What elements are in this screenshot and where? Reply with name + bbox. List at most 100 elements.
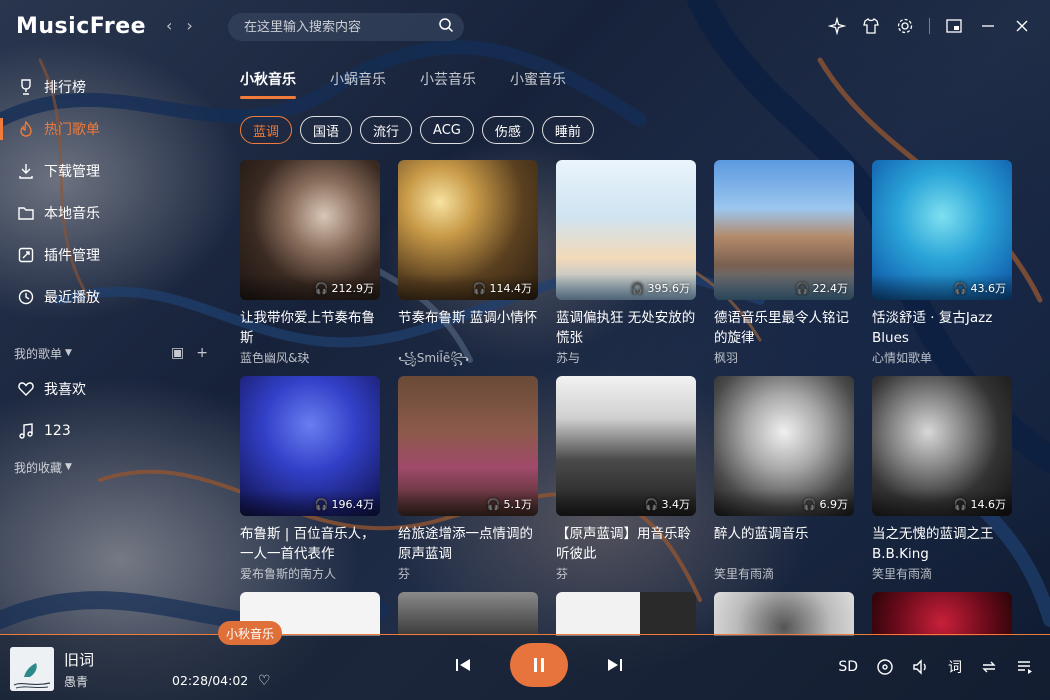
playlist-title[interactable]: 德语音乐里最令人铭记的旋律: [714, 308, 854, 348]
playlist-title[interactable]: 恬淡舒适 · 复古Jazz Blues: [872, 308, 1012, 348]
tab-xiaomi[interactable]: 小蜜音乐: [510, 69, 566, 93]
playlist-cover[interactable]: 🎧 22.4万: [714, 160, 854, 300]
playlist-card[interactable]: 🎧 5.1万 给旅途增添一点情调的原声蓝调 芬: [398, 376, 538, 592]
playlist-cover[interactable]: 🎧 212.9万: [240, 160, 380, 300]
next-track-icon[interactable]: [604, 654, 626, 676]
play-count: 🎧 6.9万: [803, 496, 848, 512]
playlist-card[interactable]: [556, 592, 696, 636]
sidebar-item-playlist-123[interactable]: 123: [0, 410, 220, 452]
speed-dial-icon[interactable]: [876, 658, 894, 676]
sidebar-item-local-music[interactable]: 本地音乐: [0, 192, 220, 234]
tag-blues[interactable]: 蓝调: [240, 116, 293, 144]
minimize-icon[interactable]: [978, 16, 998, 36]
search-input[interactable]: [244, 19, 424, 35]
quality-toggle[interactable]: SD: [838, 659, 858, 675]
album-art[interactable]: [10, 647, 54, 691]
playlist-title[interactable]: 当之无愧的蓝调之王B.B.King: [872, 524, 1012, 564]
title-bar: MusicFree ‹ ›: [0, 0, 1050, 56]
tab-xiaoqiu[interactable]: 小秋音乐: [240, 69, 296, 99]
add-playlist-icon[interactable]: +: [196, 345, 208, 361]
play-count-value: 212.9万: [331, 282, 375, 295]
playlist-card[interactable]: 🎧 14.6万 当之无愧的蓝调之王B.B.King 笑里有雨滴: [872, 376, 1012, 592]
playlist-author: 爱布鲁斯的南方人: [240, 567, 337, 581]
tag-sad[interactable]: 伤感: [481, 116, 534, 144]
playlist-cover[interactable]: 🎧 3.4万: [556, 376, 696, 516]
tag-mandarin[interactable]: 国语: [300, 116, 353, 144]
now-playing-title[interactable]: 旧词: [64, 649, 94, 670]
playlist-title[interactable]: 让我带你爱上节奏布鲁斯: [240, 308, 380, 348]
playlist-card[interactable]: 🎧 6.9万 醉人的蓝调音乐 笑里有雨滴: [714, 376, 854, 592]
playlist-cover[interactable]: [556, 592, 696, 636]
playlist-author: 蓝色幽风&玦: [240, 351, 310, 365]
close-icon[interactable]: [1012, 16, 1032, 36]
playlist-card[interactable]: [872, 592, 1012, 636]
mini-mode-icon[interactable]: [944, 16, 964, 36]
sidebar-item-label: 123: [44, 423, 71, 439]
playlist-cover[interactable]: 🎧 5.1万: [398, 376, 538, 516]
playlist-card[interactable]: 🎧 43.6万 恬淡舒适 · 复古Jazz Blues 心情如歌单: [872, 160, 1012, 376]
playlist-cover[interactable]: 🎧 14.6万: [872, 376, 1012, 516]
sidebar-item-favorites[interactable]: 我喜欢: [0, 368, 220, 410]
play-pause-button[interactable]: [510, 643, 568, 687]
play-count-value: 3.4万: [661, 498, 691, 511]
sidebar-item-plugins[interactable]: 插件管理: [0, 234, 220, 276]
playlist-title[interactable]: 醉人的蓝调音乐: [714, 524, 854, 564]
playlist-cover[interactable]: 🎧 196.4万: [240, 376, 380, 516]
playlist-card[interactable]: 🎧 114.4万 节奏布鲁斯 蓝调小情怀 ꧁SmiĪē꧂: [398, 160, 538, 376]
tag-bedtime[interactable]: 睡前: [541, 116, 594, 144]
playlist-cover[interactable]: 🎧 395.6万: [556, 160, 696, 300]
sidebar-item-label: 本地音乐: [44, 206, 100, 222]
play-count: 🎧 395.6万: [631, 280, 690, 296]
sidebar-item-hot-playlists[interactable]: 热门歌单: [0, 108, 220, 150]
playlist-title[interactable]: 【原声蓝调】用音乐聆听彼此: [556, 524, 696, 564]
playlist-card[interactable]: 🎧 196.4万 布鲁斯 | 百位音乐人，一人一首代表作 爱布鲁斯的南方人: [240, 376, 380, 592]
skin-shirt-icon[interactable]: [861, 16, 881, 36]
play-count: 🎧 43.6万: [954, 280, 1006, 296]
tag-acg[interactable]: ACG: [420, 116, 474, 144]
sidebar-item-leaderboard[interactable]: 排行榜: [0, 66, 220, 108]
sidebar-item-downloads[interactable]: 下载管理: [0, 150, 220, 192]
playlist-card[interactable]: 🎧 395.6万 蓝调偏执狂 无处安放的慌张 苏与: [556, 160, 696, 376]
theme-sparkle-icon[interactable]: [827, 16, 847, 36]
playlist-author: 笑里有雨滴: [872, 567, 933, 581]
playlist-grid: 🎧 212.9万 让我带你爱上节奏布鲁斯 蓝色幽风&玦 🎧 114.4万 节奏布鲁斯…: [240, 160, 1030, 636]
playlist-cover[interactable]: 🎧 114.4万: [398, 160, 538, 300]
main-content: 小秋音乐 小蜗音乐 小芸音乐 小蜜音乐 蓝调 国语 流行 ACG 伤感 睡前 🎧…: [240, 64, 1030, 636]
playlist-card[interactable]: [714, 592, 854, 636]
playlist-cover[interactable]: 🎧 6.9万: [714, 376, 854, 516]
playlist-card[interactable]: 🎧 212.9万 让我带你爱上节奏布鲁斯 蓝色幽风&玦: [240, 160, 380, 376]
import-playlist-icon[interactable]: ▣: [171, 345, 184, 361]
search-icon[interactable]: [438, 17, 454, 37]
settings-gear-icon[interactable]: [895, 16, 915, 36]
repeat-mode-icon[interactable]: [980, 658, 998, 676]
playlist-card[interactable]: 🎧 22.4万 德语音乐里最令人铭记的旋律 枫羽: [714, 160, 854, 376]
tab-xiaowo[interactable]: 小蜗音乐: [330, 69, 386, 93]
my-collections-header[interactable]: 我的收藏 ▼: [0, 452, 220, 482]
now-playing-artist[interactable]: 愚青: [64, 673, 88, 690]
playlist-title[interactable]: 节奏布鲁斯 蓝调小情怀: [398, 308, 538, 348]
sidebar-item-label: 插件管理: [44, 248, 100, 264]
forward-arrow-icon[interactable]: ›: [186, 16, 192, 35]
playlist-card[interactable]: 🎧 3.4万 【原声蓝调】用音乐聆听彼此 芬: [556, 376, 696, 592]
playlist-cover[interactable]: [714, 592, 854, 636]
playlist-cover[interactable]: [872, 592, 1012, 636]
play-count: 🎧 22.4万: [796, 280, 848, 296]
playlist-queue-icon[interactable]: [1016, 658, 1034, 676]
playlist-cover[interactable]: [398, 592, 538, 636]
previous-track-icon[interactable]: [452, 654, 474, 676]
like-heart-icon[interactable]: ♡: [258, 673, 271, 689]
sidebar-item-recent[interactable]: 最近播放: [0, 276, 220, 318]
playlist-card[interactable]: [398, 592, 538, 636]
playlist-title[interactable]: 给旅途增添一点情调的原声蓝调: [398, 524, 538, 564]
playlist-title[interactable]: 布鲁斯 | 百位音乐人，一人一首代表作: [240, 524, 380, 564]
playlist-title[interactable]: 蓝调偏执狂 无处安放的慌张: [556, 308, 696, 348]
tag-pop[interactable]: 流行: [360, 116, 413, 144]
tab-xiaoyun[interactable]: 小芸音乐: [420, 69, 476, 93]
back-arrow-icon[interactable]: ‹: [166, 16, 172, 35]
my-playlists-header[interactable]: 我的歌单 ▼ ▣ +: [0, 338, 220, 368]
play-count-value: 14.6万: [970, 498, 1007, 511]
lyrics-toggle[interactable]: 词: [948, 657, 962, 677]
volume-icon[interactable]: [912, 658, 930, 676]
playlist-cover[interactable]: 🎧 43.6万: [872, 160, 1012, 300]
search-box[interactable]: [228, 13, 464, 41]
